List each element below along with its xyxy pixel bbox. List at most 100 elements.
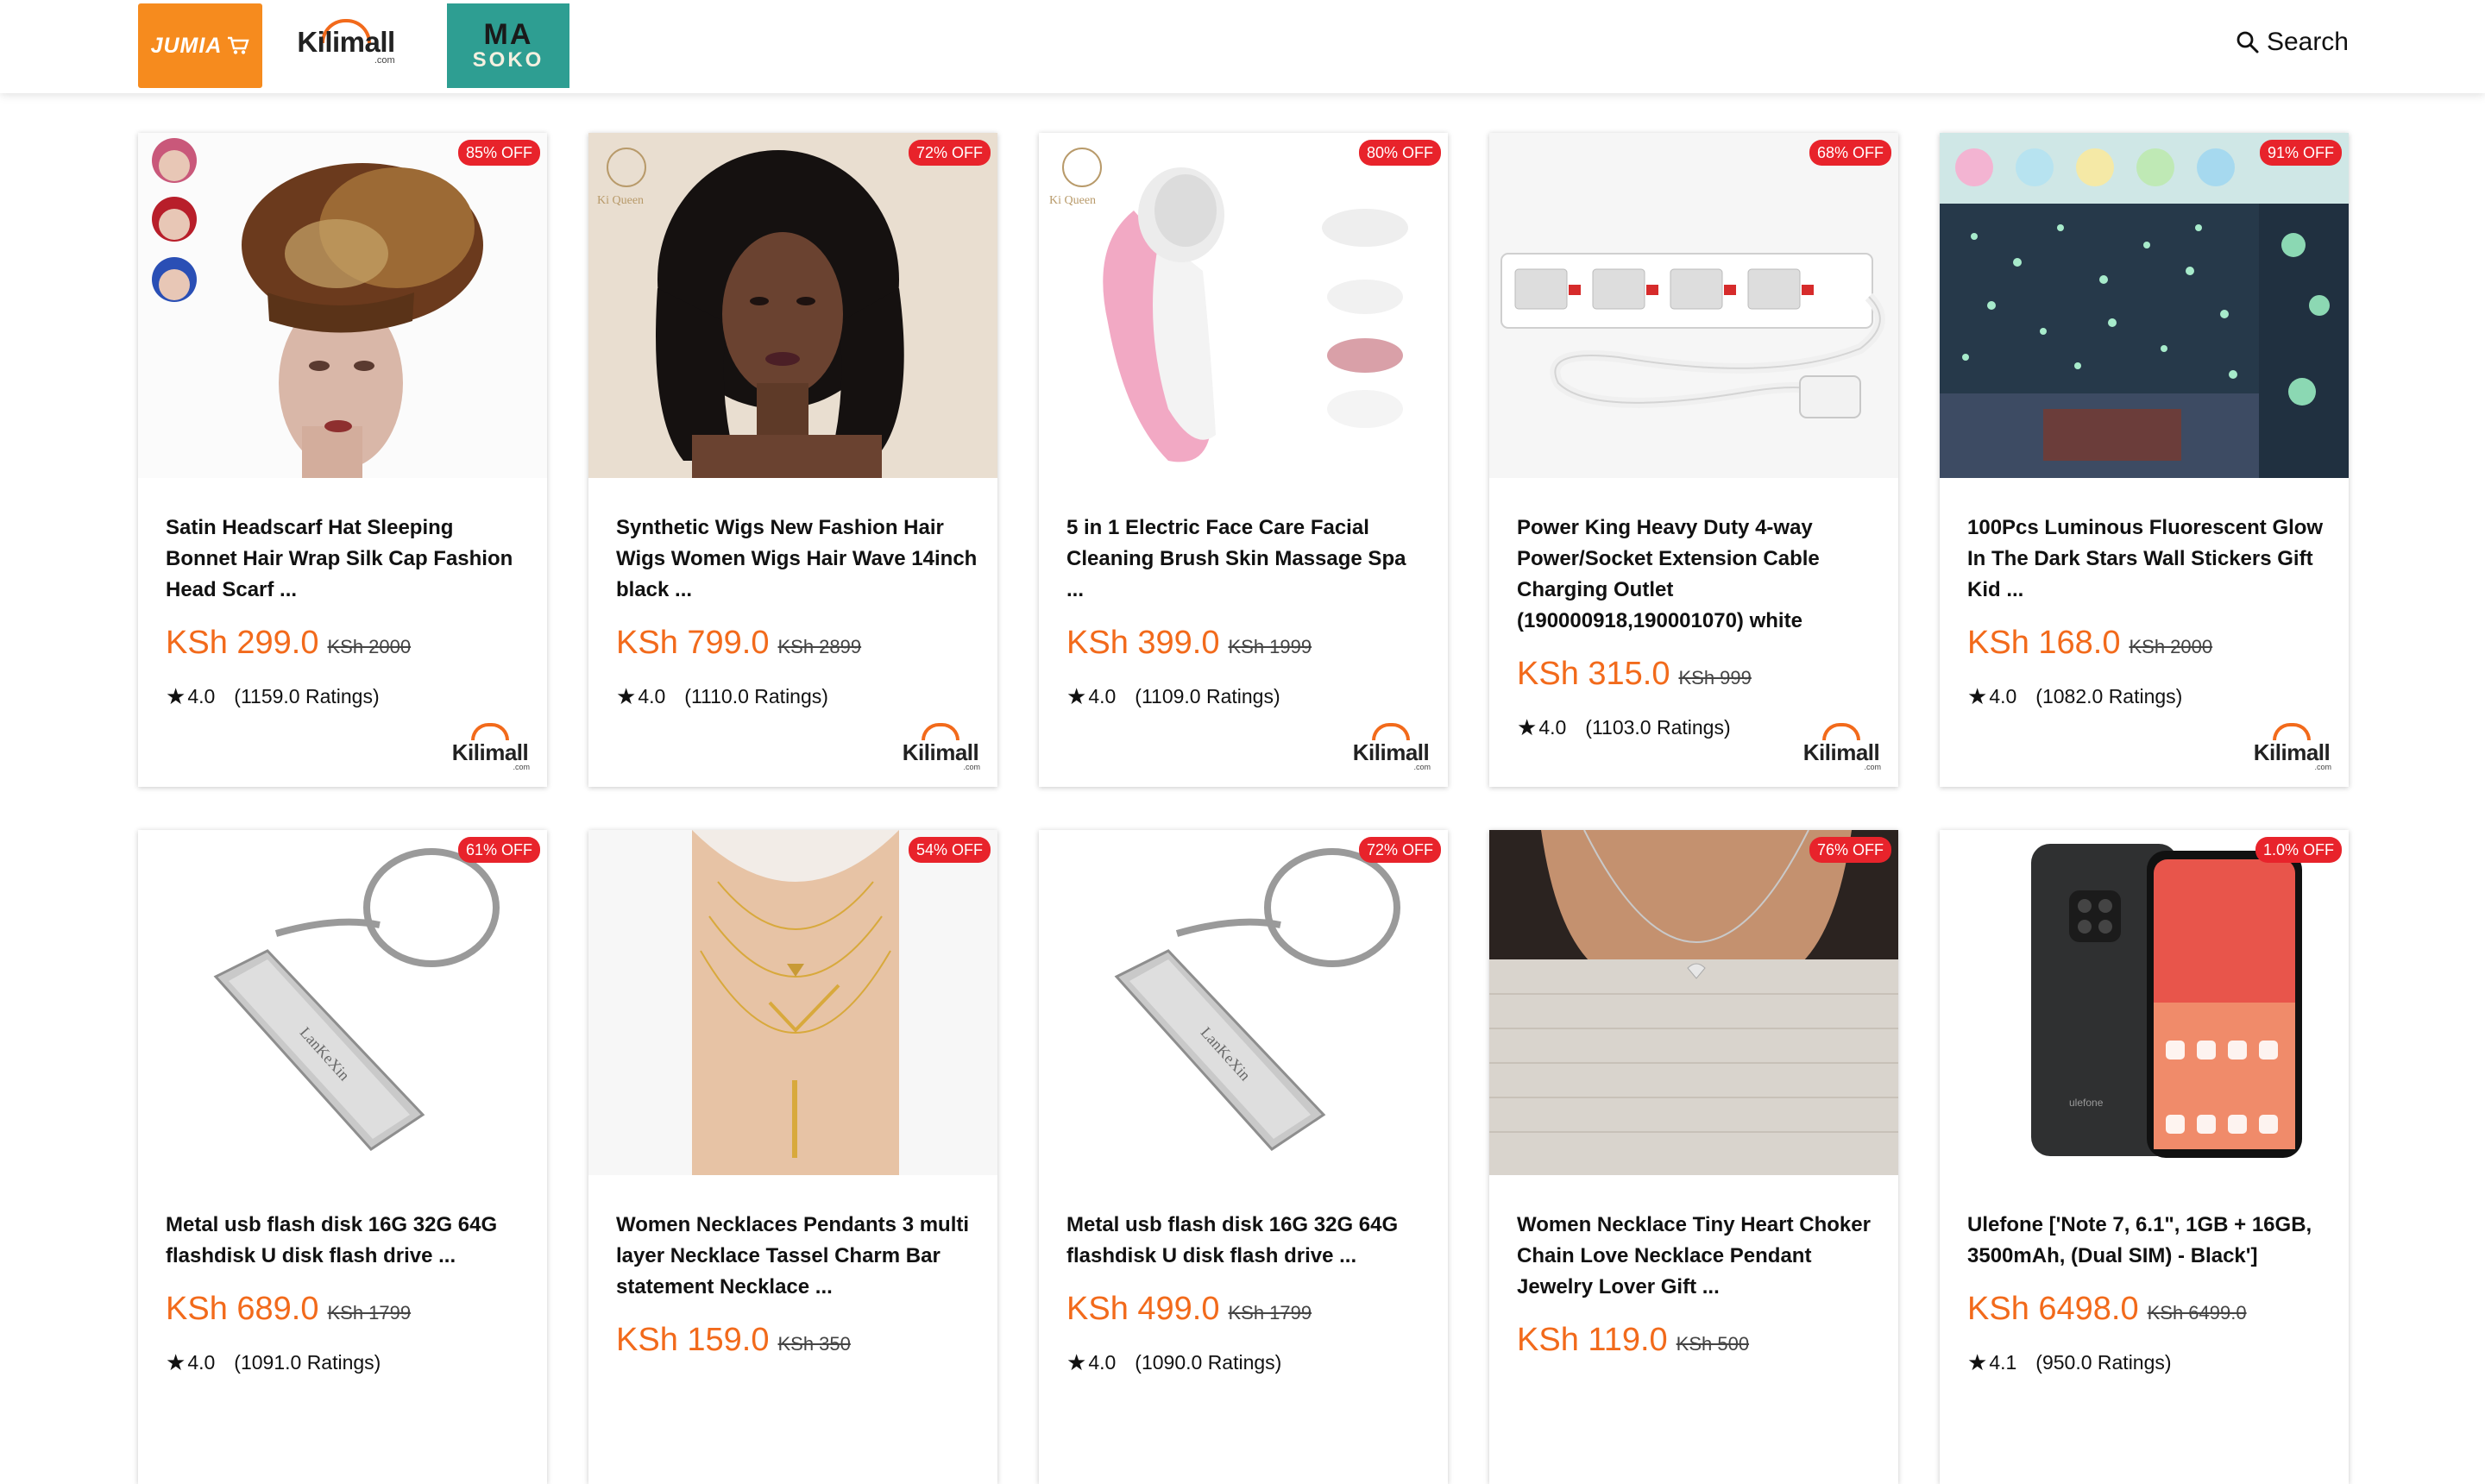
price-row: KSh 315.0 KSh 999 [1517, 656, 1752, 693]
rating-row: ★ 4.0 (1103.0 Ratings) [1517, 714, 1731, 741]
rating-row: ★ 4.0 (1159.0 Ratings) [166, 683, 380, 710]
star-icon: ★ [616, 683, 637, 709]
product-card[interactable]: 68% OFF Power King Heavy Duty 4-way Powe… [1489, 133, 1898, 787]
seller-logo: Kilimall .com [447, 720, 533, 771]
kilimall-logo[interactable]: Kilimall .com [288, 3, 404, 88]
product-title[interactable]: 100Pcs Luminous Fluorescent Glow In The … [1967, 512, 2330, 606]
star-icon: ★ [166, 1349, 186, 1375]
product-card[interactable]: LanKeXin 61% OFF Metal usb flash disk 16… [138, 830, 547, 1484]
product-card[interactable]: LanKeXin 72% OFF Metal usb flash disk 16… [1039, 830, 1448, 1484]
rating-row: ★ 4.0 (1110.0 Ratings) [616, 683, 828, 710]
original-price: KSh 6499.0 [2147, 1302, 2247, 1324]
product-title[interactable]: 5 in 1 Electric Face Care Facial Cleanin… [1066, 512, 1429, 606]
product-image [138, 133, 547, 478]
rating-value: 4.0 [187, 1351, 216, 1374]
product-title[interactable]: Satin Headscarf Hat Sleeping Bonnet Hair… [166, 512, 528, 606]
jumia-logo[interactable]: JUMIA [138, 3, 262, 88]
price-row: KSh 399.0 KSh 1999 [1066, 625, 1312, 662]
cart-icon [228, 36, 250, 54]
product-card[interactable]: 76% OFF Women Necklace Tiny Heart Choker… [1489, 830, 1898, 1484]
discount-badge: 72% OFF [908, 140, 991, 166]
product-image: ulefone [1940, 830, 2349, 1175]
product-card[interactable]: 54% OFF Women Necklaces Pendants 3 multi… [588, 830, 997, 1484]
product-grid: 85% OFF Satin Headscarf Hat Sleeping Bon… [0, 0, 2485, 1484]
original-price: KSh 1999 [1228, 636, 1312, 657]
current-price: KSh 299.0 [166, 625, 319, 661]
product-image: LanKeXin [138, 830, 547, 1175]
search-label: Search [2266, 28, 2349, 56]
seller-name: Kilimall [451, 739, 529, 765]
current-price: KSh 689.0 [166, 1291, 319, 1327]
price-row: KSh 6498.0 KSh 6499.0 [1967, 1291, 2247, 1328]
usb-flash-image: LanKeXin [1039, 830, 1448, 1175]
original-price: KSh 999 [1678, 667, 1752, 689]
ratings-count: (1103.0 Ratings) [1585, 716, 1731, 739]
price-row: KSh 689.0 KSh 1799 [166, 1291, 411, 1328]
product-card[interactable]: Ki Queen 80% OFF 5 in 1 Electric Face Ca… [1039, 133, 1448, 787]
product-title[interactable]: Power King Heavy Duty 4-way Power/Socket… [1517, 512, 1879, 637]
rating-value: 4.0 [1088, 685, 1117, 707]
rating-value: 4.0 [638, 685, 666, 707]
wig-image: Ki Queen [588, 133, 997, 478]
ratings-count: (1110.0 Ratings) [684, 685, 828, 707]
original-price: KSh 2000 [327, 636, 412, 657]
product-title[interactable]: Ulefone ['Note 7, 6.1", 1GB + 16GB, 3500… [1967, 1210, 2330, 1272]
star-icon: ★ [1967, 1349, 1988, 1375]
discount-badge: 80% OFF [1358, 140, 1441, 166]
rating-value: 4.1 [1989, 1351, 2017, 1374]
product-title[interactable]: Women Necklace Tiny Heart Choker Chain L… [1517, 1210, 1879, 1303]
star-icon: ★ [1967, 683, 1988, 709]
extension-cable-image [1489, 133, 1898, 478]
price-row: KSh 119.0 KSh 500 [1517, 1322, 1749, 1359]
product-title[interactable]: Metal usb flash disk 16G 32G 64G flashdi… [166, 1210, 528, 1272]
bonnet-image [138, 133, 547, 478]
seller-logo: Kilimall .com [1798, 720, 1884, 771]
kilimall-logo-text: Kilimall [297, 26, 395, 58]
product-card[interactable]: 91% OFF 100Pcs Luminous Fluorescent Glow… [1940, 133, 2349, 787]
product-image: LanKeXin [1039, 830, 1448, 1175]
star-icon: ★ [1517, 714, 1538, 740]
discount-badge: 72% OFF [1358, 837, 1441, 863]
product-image: Ki Queen [588, 133, 997, 478]
product-title[interactable]: Metal usb flash disk 16G 32G 64G flashdi… [1066, 1210, 1429, 1272]
product-image [1940, 133, 2349, 478]
rating-row: ★ 4.1 (950.0 Ratings) [1967, 1349, 2172, 1376]
rating-row: ★ 4.0 (1091.0 Ratings) [166, 1349, 381, 1376]
product-image [588, 830, 997, 1175]
star-icon: ★ [1066, 1349, 1087, 1375]
product-card[interactable]: ulefone 1.0% OFF Ulefone ['Note 7, 6.1",… [1940, 830, 2349, 1484]
discount-badge: 1.0% OFF [2255, 837, 2342, 863]
current-price: KSh 799.0 [616, 625, 770, 661]
jumia-logo-text: JUMIA [150, 33, 223, 58]
discount-badge: 76% OFF [1809, 837, 1891, 863]
kilimall-logo-mark: Kilimall .com [297, 19, 395, 66]
seller-name: Kilimall [1802, 739, 1880, 765]
product-title[interactable]: Women Necklaces Pendants 3 multi layer N… [616, 1210, 978, 1303]
ratings-count: (1159.0 Ratings) [234, 685, 380, 707]
masoko-logo[interactable]: MA SOKO [447, 3, 569, 88]
current-price: KSh 119.0 [1517, 1322, 1668, 1358]
price-row: KSh 159.0 KSh 350 [616, 1322, 851, 1359]
glow-stars-image [1940, 133, 2349, 478]
masoko-logo-bottom: SOKO [472, 48, 544, 72]
discount-badge: 91% OFF [2259, 140, 2342, 166]
rating-value: 4.0 [1538, 716, 1567, 739]
search-button[interactable]: Search [2236, 28, 2349, 57]
seller-name: Kilimall [1352, 739, 1430, 765]
current-price: KSh 6498.0 [1967, 1291, 2139, 1327]
rating-value: 4.0 [1088, 1351, 1117, 1374]
product-image [1489, 830, 1898, 1175]
original-price: KSh 2899 [777, 636, 862, 657]
rating-value: 4.0 [187, 685, 216, 707]
rating-row: ★ 4.0 (1082.0 Ratings) [1967, 683, 2182, 710]
face-brush-image: Ki Queen [1039, 133, 1448, 478]
star-icon: ★ [166, 683, 186, 709]
top-navigation-bar: JUMIA Kilimall .com MA SOKO Search [0, 0, 2485, 93]
kilimall-arc-icon [1372, 723, 1410, 740]
product-card[interactable]: Ki Queen 72% OFF Synthetic Wigs New Fash… [588, 133, 997, 787]
rating-value: 4.0 [1989, 685, 2017, 707]
watermark-text: Ki Queen [597, 194, 644, 207]
product-title[interactable]: Synthetic Wigs New Fashion Hair Wigs Wom… [616, 512, 978, 606]
product-card[interactable]: 85% OFF Satin Headscarf Hat Sleeping Bon… [138, 133, 547, 787]
kilimall-arc-icon [922, 723, 959, 740]
